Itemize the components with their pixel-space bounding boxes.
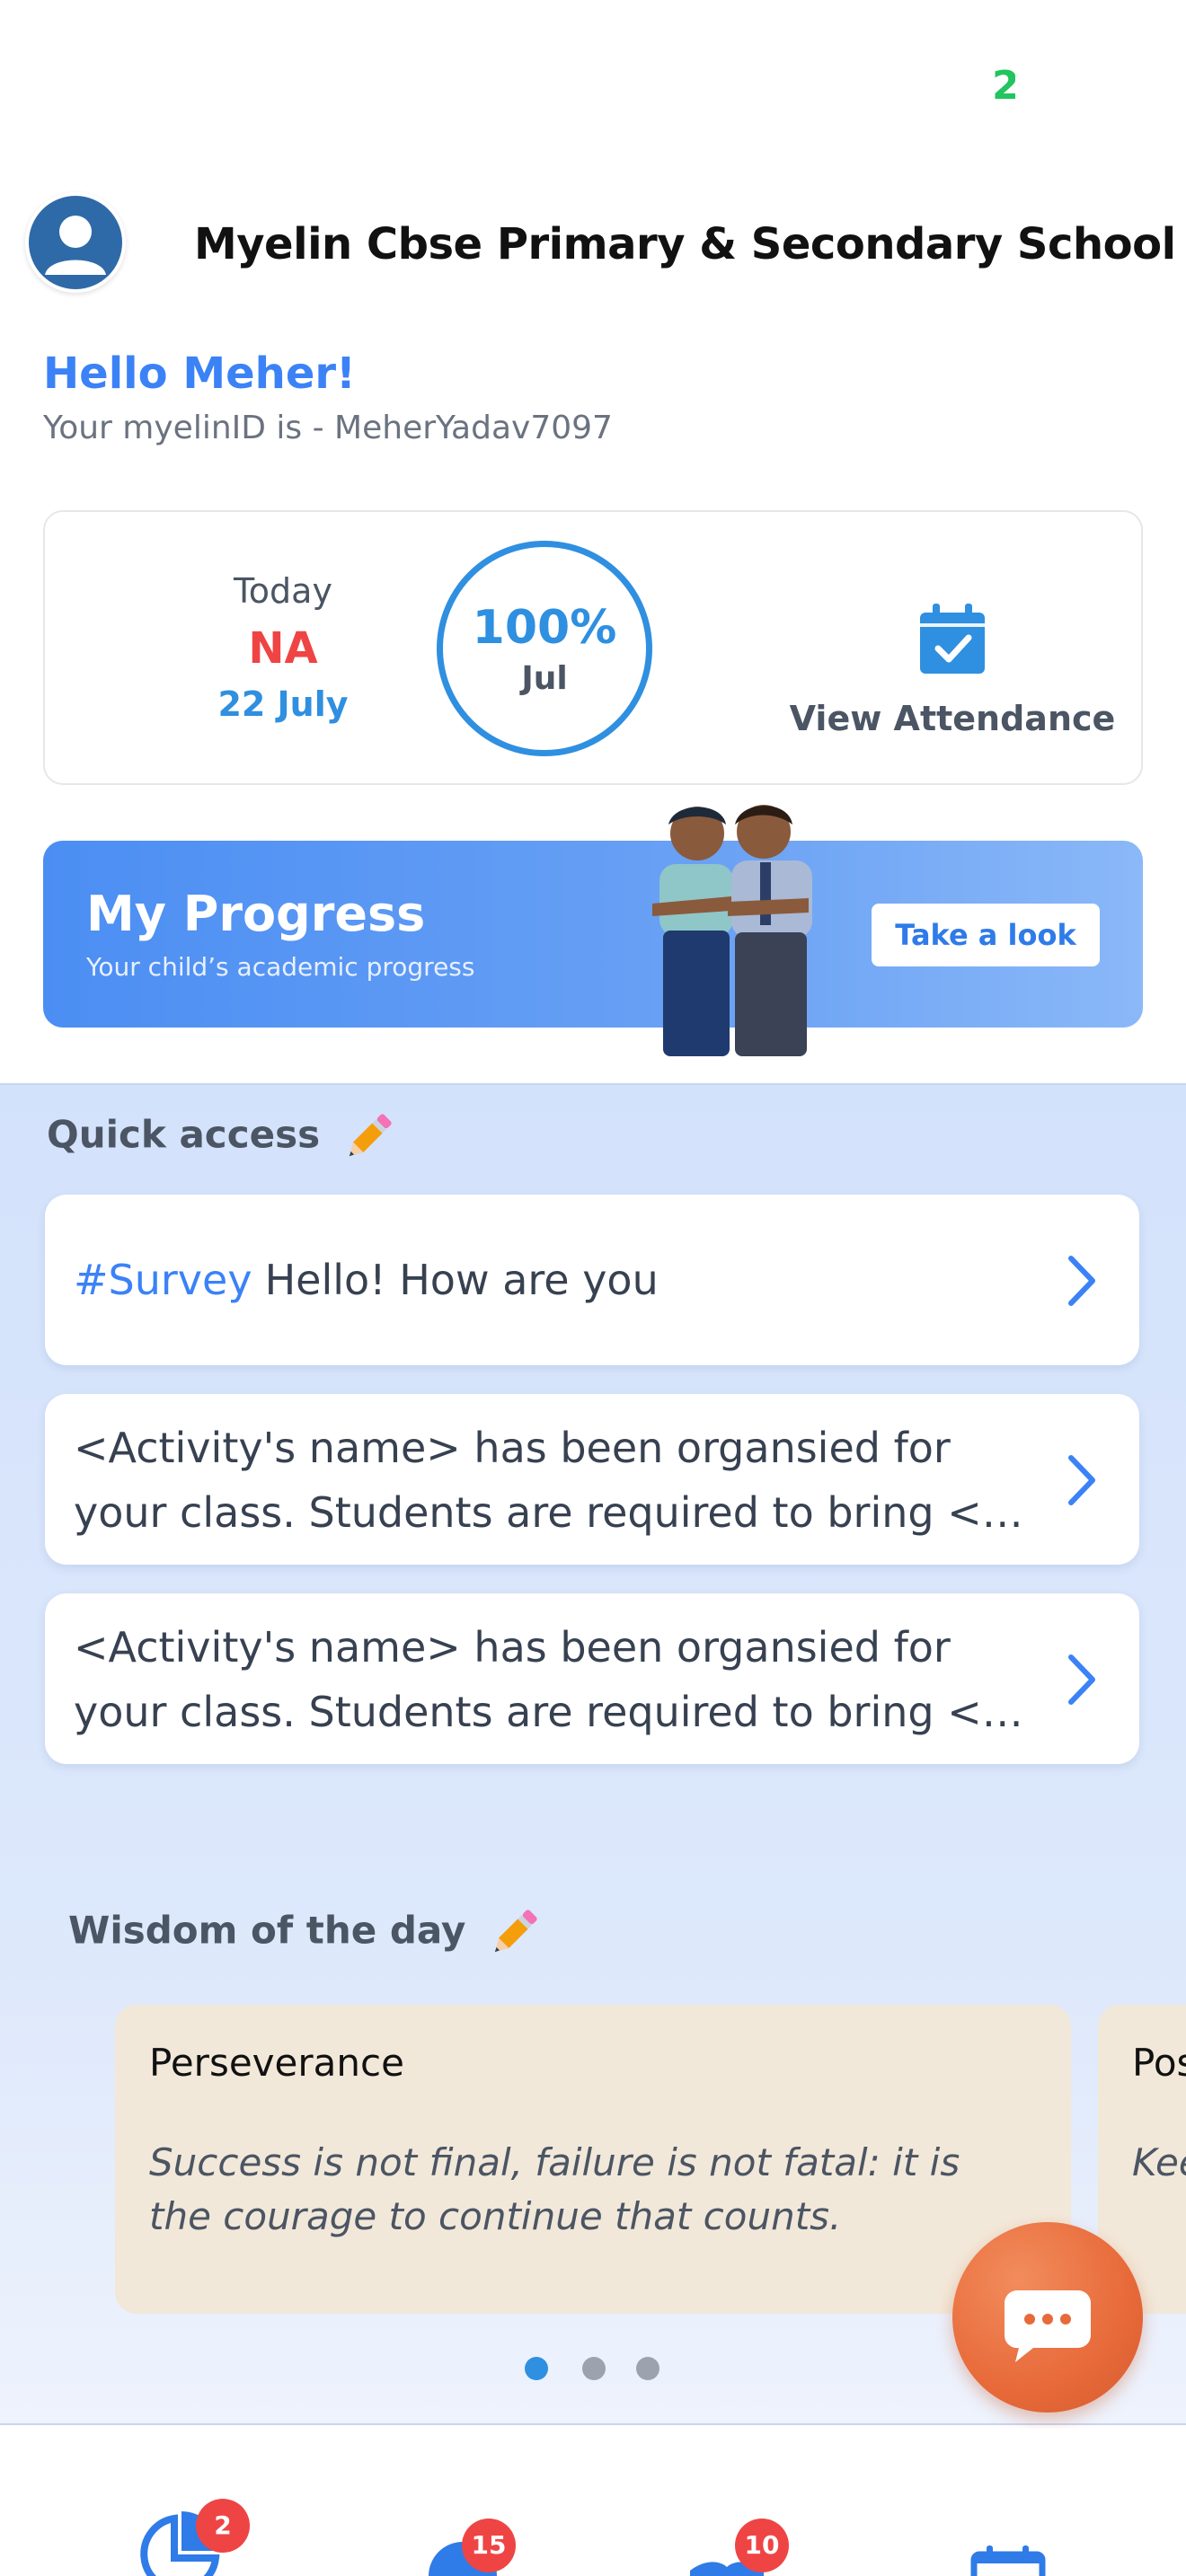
- quick-access-item[interactable]: <Activity's name> has been organsied for…: [45, 1394, 1139, 1565]
- chevron-right-icon: [1068, 1455, 1095, 1505]
- view-attendance-button[interactable]: View Attendance: [764, 602, 1141, 738]
- bottom-nav: 2 15 10: [0, 2429, 1186, 2576]
- pencil-icon: [495, 1910, 537, 1953]
- nav-item-calendar[interactable]: [934, 2429, 1114, 2576]
- view-attendance-label: View Attendance: [789, 699, 1116, 738]
- wisdom-label: Wisdom of the day: [68, 1908, 466, 1953]
- nav-item-homework[interactable]: 10: [665, 2429, 845, 2576]
- quick-access-text: <Activity's name> has been organsied for…: [74, 1593, 1035, 1764]
- wisdom-quote: Success is not final, failure is not fat…: [149, 2140, 960, 2238]
- wisdom-title: Wisdom of the day: [68, 1904, 543, 1962]
- quick-access-line: <Activity's name> has been organsied for: [74, 1424, 951, 1472]
- quick-access-text: <Activity's name> has been organsied for…: [74, 1394, 1035, 1565]
- greeting-title: Hello Meher!: [43, 348, 356, 399]
- today-attendance: Today NA 22 July: [153, 571, 413, 724]
- nav-badge: 15: [462, 2519, 516, 2572]
- quick-access-line: your class. Students are required to bri…: [74, 1488, 1023, 1537]
- pencil-icon: [349, 1114, 392, 1157]
- nav-badge: 2: [196, 2499, 250, 2553]
- quick-access-label: Quick access: [47, 1112, 321, 1157]
- wisdom-quote: Kee and: [1132, 2140, 1186, 2184]
- myelin-id-text: Your myelinID is - MeherYadav7097: [43, 410, 613, 446]
- chat-bubble-icon: [1004, 2290, 1091, 2362]
- wisdom-card-title: Perseverance: [149, 2041, 404, 2085]
- attendance-percent: 100%: [472, 601, 617, 655]
- app-header: Myelin Cbse Primary & Secondary School: [0, 180, 1186, 305]
- carousel-dot[interactable]: [582, 2357, 606, 2380]
- my-progress-banner[interactable]: My Progress Your child’s academic progre…: [43, 805, 1143, 1056]
- take-a-look-button[interactable]: Take a look: [872, 904, 1100, 966]
- nav-badge: 10: [735, 2519, 789, 2572]
- today-date: 22 July: [217, 684, 349, 724]
- nav-item-reports[interactable]: 2: [99, 2429, 279, 2576]
- status-badge: 2: [992, 66, 1015, 106]
- wisdom-card-title: Pos: [1132, 2041, 1186, 2085]
- today-label: Today: [234, 571, 332, 611]
- progress-subtitle: Your child’s academic progress: [86, 952, 475, 982]
- quick-access-title: Quick access: [47, 1108, 397, 1166]
- chevron-right-icon: [1068, 1256, 1095, 1306]
- wisdom-card[interactable]: Perseverance Success is not final, failu…: [115, 2005, 1071, 2314]
- attendance-card: Today NA 22 July 100% Jul View Attendanc…: [43, 510, 1143, 785]
- quick-access-message: Hello! How are you: [264, 1256, 659, 1304]
- students-illustration: [652, 805, 812, 1056]
- carousel-dot[interactable]: [636, 2357, 659, 2380]
- chat-button[interactable]: [952, 2222, 1143, 2413]
- quick-access-line: your class. Students are required to bri…: [74, 1688, 1023, 1736]
- quick-access-item[interactable]: #Survey Hello! How are you: [45, 1195, 1139, 1365]
- nav-item-profile[interactable]: 15: [404, 2429, 584, 2576]
- carousel-dot-active[interactable]: [525, 2357, 548, 2380]
- calendar-check-icon: [920, 604, 985, 674]
- quick-access-text: #Survey Hello! How are you: [74, 1195, 1035, 1365]
- today-status: NA: [248, 623, 318, 674]
- attendance-month: Jul: [521, 660, 568, 697]
- calendar-icon: [970, 2545, 1046, 2576]
- survey-tag: #Survey: [74, 1256, 252, 1304]
- quick-access-item[interactable]: <Activity's name> has been organsied for…: [45, 1593, 1139, 1764]
- user-avatar-icon[interactable]: [25, 192, 126, 293]
- attendance-percent-ring: 100% Jul: [437, 541, 652, 756]
- chevron-right-icon: [1068, 1654, 1095, 1705]
- progress-title: My Progress: [86, 886, 426, 942]
- carousel-dots: [525, 2357, 668, 2384]
- quick-access-line: <Activity's name> has been organsied for: [74, 1623, 951, 1672]
- school-name: Myelin Cbse Primary & Secondary School: [194, 219, 1176, 269]
